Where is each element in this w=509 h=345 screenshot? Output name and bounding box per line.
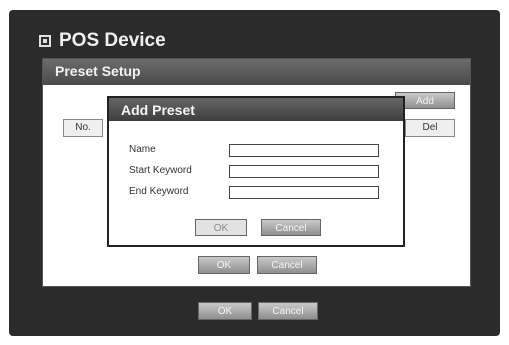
preset-cancel-button[interactable]: Cancel bbox=[257, 256, 317, 274]
add-preset-title: Add Preset bbox=[121, 102, 195, 118]
name-field[interactable] bbox=[229, 144, 379, 157]
end-keyword-label: End Keyword bbox=[129, 186, 189, 197]
add-preset-header: Add Preset bbox=[109, 98, 403, 121]
footer-cancel-button[interactable]: Cancel bbox=[258, 302, 318, 320]
start-keyword-label: Start Keyword bbox=[129, 165, 192, 176]
footer-ok-button[interactable]: OK bbox=[198, 302, 252, 320]
window-icon bbox=[39, 35, 51, 47]
start-keyword-field[interactable] bbox=[229, 165, 379, 178]
name-label: Name bbox=[129, 144, 156, 155]
add-preset-dialog: Add Preset Name Start Keyword End Keywor… bbox=[107, 96, 405, 247]
window-title-bar: POS Device bbox=[39, 30, 166, 52]
preset-ok-button[interactable]: OK bbox=[198, 256, 250, 274]
dialog-cancel-button[interactable]: Cancel bbox=[261, 219, 321, 236]
dialog-ok-button[interactable]: OK bbox=[195, 219, 247, 236]
column-header-no[interactable]: No. bbox=[63, 119, 103, 137]
del-button[interactable]: Del bbox=[405, 119, 455, 137]
preset-setup-header: Preset Setup bbox=[43, 59, 470, 85]
preset-setup-title: Preset Setup bbox=[55, 63, 141, 79]
window-title: POS Device bbox=[59, 30, 166, 51]
end-keyword-field[interactable] bbox=[229, 186, 379, 199]
